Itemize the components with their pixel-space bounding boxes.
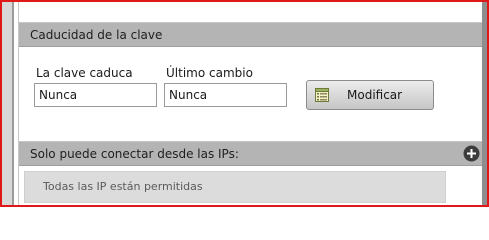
expires-label: La clave caduca (36, 66, 133, 80)
plus-circle-icon[interactable] (463, 145, 480, 162)
modify-button[interactable]: Modificar (306, 80, 434, 110)
last-change-field[interactable]: Nunca (164, 83, 287, 107)
modify-button-label: Modificar (347, 88, 403, 102)
section-title-expiry: Caducidad de la clave (30, 28, 163, 42)
left-divider (12, 0, 14, 207)
left-panel-edge (2, 0, 12, 207)
last-change-label: Último cambio (166, 66, 253, 80)
section-header-expiry: Caducidad de la clave (19, 22, 482, 47)
right-scrollbar-edge[interactable] (482, 0, 487, 207)
edit-form-icon (315, 88, 329, 102)
section-header-ips: Solo puede conectar desde las IPs: (19, 141, 482, 166)
allowed-ips-list[interactable]: Todas las IP están permitidas (24, 171, 446, 203)
ips-empty-message: Todas las IP están permitidas (43, 180, 203, 193)
section-title-ips: Solo puede conectar desde las IPs: (30, 147, 239, 161)
expires-field[interactable]: Nunca (34, 83, 157, 107)
